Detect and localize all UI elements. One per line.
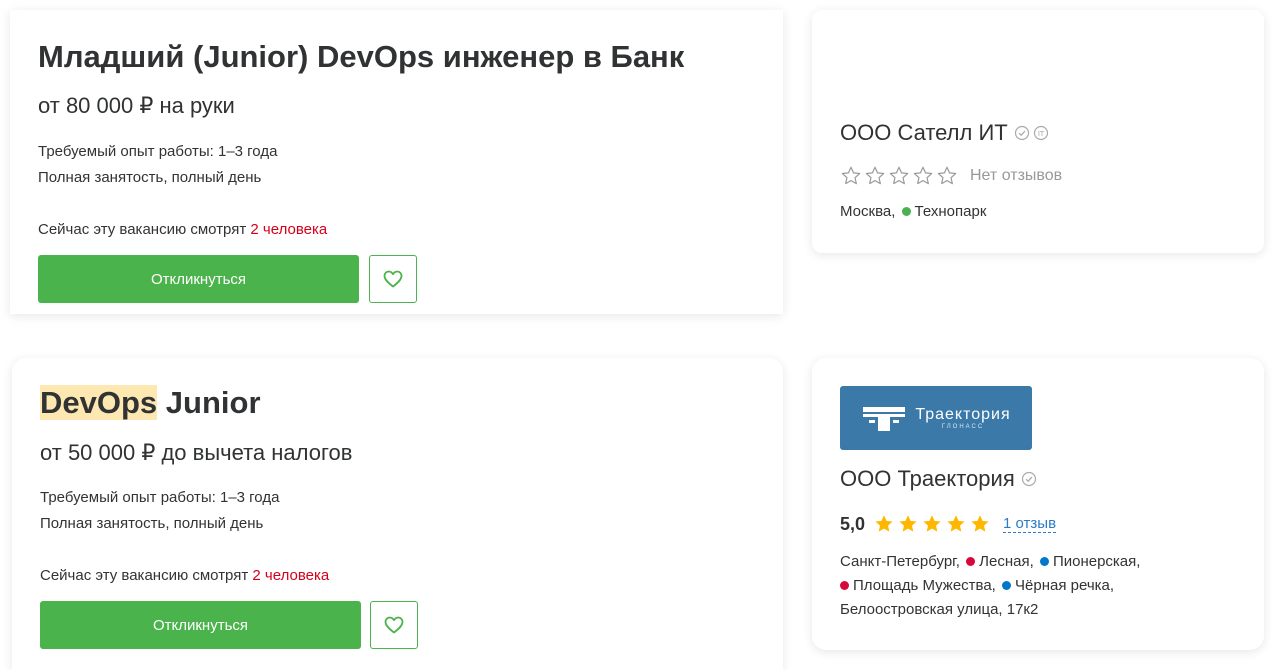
employer-address: Москва, Технопарк <box>840 200 986 224</box>
vacancy-salary: от 80 000 ₽ на руки <box>38 93 235 118</box>
metro-station: Пионерская, <box>1052 553 1141 570</box>
vacancy-experience: Требуемый опыт работы: 1–3 года <box>40 489 280 506</box>
vacancy-watchers: Сейчас эту вакансию смотрят 2 человека <box>40 567 329 584</box>
star-icon <box>923 515 941 532</box>
watchers-prefix: Сейчас эту вакансию смотрят <box>40 567 253 584</box>
search-highlight: DevOps <box>40 385 158 420</box>
employer-card: Траектория ГЛОНАСС ООО Траектория 5,0 1 … <box>812 358 1264 650</box>
vacancy-experience: Требуемый опыт работы: 1–3 года <box>38 143 278 160</box>
watchers-prefix: Сейчас эту вакансию смотрят <box>38 221 251 238</box>
employer-card: ООО Сателл ИТ IT Нет отзывов Москва, Тех… <box>812 10 1264 253</box>
star-icon <box>841 166 861 185</box>
rating-value: 5,0 <box>840 513 866 534</box>
vacancy-title-rest: Junior <box>157 385 261 420</box>
logo-subtext: ГЛОНАСС <box>941 424 985 430</box>
vacancy-salary: от 50 000 ₽ до вычета налогов <box>40 440 353 465</box>
vacancy-card: DevOps Junior от 50 000 ₽ до вычета нало… <box>12 358 783 670</box>
apply-button[interactable]: Откликнуться <box>38 255 359 303</box>
metro-dot <box>840 581 849 591</box>
star-icon <box>937 166 957 185</box>
metro-dot <box>966 557 976 567</box>
metro-station: Технопарк <box>914 203 987 220</box>
verified-check-icon <box>1014 125 1029 141</box>
employer-name[interactable]: ООО Траектория <box>840 466 1015 492</box>
star-icon <box>947 515 965 532</box>
star-icon <box>899 515 917 532</box>
vacancy-employment: Полная занятость, полный день <box>38 169 262 186</box>
address-line: Площадь Мужества, Чёрная речка, <box>840 574 1140 598</box>
employer-city: Москва, <box>840 203 900 220</box>
employer-name-row: ООО Траектория <box>840 466 1037 492</box>
employer-name[interactable]: ООО Сателл ИТ <box>840 120 1008 146</box>
vacancy-employment: Полная занятость, полный день <box>40 515 264 532</box>
vacancy-title[interactable]: DevOps Junior <box>40 385 261 421</box>
metro-dot <box>901 207 911 217</box>
vacancy-meta: Требуемый опыт работы: 1–3 года Полная з… <box>40 485 279 537</box>
no-reviews-label: Нет отзывов <box>970 167 1063 184</box>
reviews-link[interactable]: 1 отзыв <box>1003 515 1057 533</box>
watchers-count: 2 человека <box>250 221 328 238</box>
employer-name-row: ООО Сателл ИТ IT <box>840 120 1049 146</box>
favorite-button[interactable] <box>370 601 418 649</box>
employer-address: Санкт-Петербург, Лесная, Пионерская, Пло… <box>840 550 1140 622</box>
star-icon <box>865 166 885 185</box>
metro-station: Площадь Мужества, <box>853 577 1001 594</box>
star-icon <box>875 515 893 532</box>
metro-dot <box>1039 557 1049 567</box>
employer-city: Санкт-Петербург, <box>840 553 965 570</box>
heart-icon <box>383 270 403 288</box>
star-icon <box>889 166 909 185</box>
star-icon <box>971 515 989 532</box>
star-icon <box>913 166 933 185</box>
vacancy-watchers: Сейчас эту вакансию смотрят 2 человека <box>38 221 327 238</box>
heart-icon <box>384 616 404 634</box>
svg-text:IT: IT <box>1038 130 1045 138</box>
watchers-count: 2 человека <box>252 567 330 584</box>
address-line: Санкт-Петербург, Лесная, Пионерская, <box>840 550 1140 574</box>
it-badge-icon: IT <box>1033 125 1048 141</box>
metro-dot <box>1002 581 1012 591</box>
employer-rating: Нет отзывов <box>840 165 1062 187</box>
employer-logo[interactable]: Траектория ГЛОНАСС <box>840 386 1032 450</box>
vacancy-meta: Требуемый опыт работы: 1–3 года Полная з… <box>38 139 277 191</box>
logo-text: Траектория <box>915 406 1011 423</box>
apply-button[interactable]: Откликнуться <box>40 601 361 649</box>
vacancy-title[interactable]: Младший (Junior) DevOps инженер в Банк <box>38 39 684 75</box>
favorite-button[interactable] <box>369 255 417 303</box>
metro-station: Чёрная речка, <box>1015 577 1115 594</box>
employer-rating: 5,0 1 отзыв <box>840 513 1057 535</box>
verified-check-icon <box>1021 471 1036 487</box>
metro-station: Лесная, <box>979 553 1038 570</box>
logo-mark <box>863 407 906 431</box>
employer-street: Белоостровская улица, 17к2 <box>840 601 1039 618</box>
vacancy-card: Младший (Junior) DevOps инженер в Банк о… <box>10 10 783 314</box>
